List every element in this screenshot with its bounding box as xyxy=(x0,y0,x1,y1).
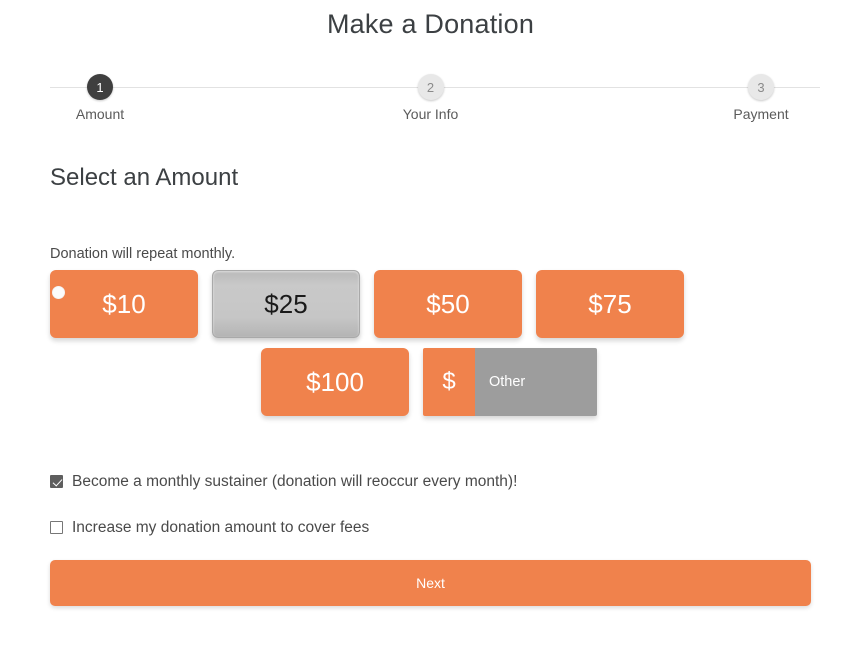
donation-form-page: Make a Donation 1 Amount 2 Your Info 3 P… xyxy=(0,0,861,651)
step-amount-label: Amount xyxy=(75,106,125,122)
step-payment-number: 3 xyxy=(748,74,774,100)
step-your-info-number: 2 xyxy=(417,74,444,100)
amount-button-50[interactable]: $50 xyxy=(374,270,522,338)
amount-button-25[interactable]: $25 xyxy=(212,270,360,338)
amount-options-group: $10 $25 $50 $75 $100 $ xyxy=(50,270,811,416)
option-monthly-sustainer-label: Become a monthly sustainer (donation wil… xyxy=(72,473,518,490)
step-amount[interactable]: 1 Amount xyxy=(50,68,150,122)
step-amount-number: 1 xyxy=(87,74,113,100)
other-amount-input[interactable] xyxy=(475,348,597,416)
other-amount-group: $ xyxy=(423,348,597,416)
currency-prefix-icon: $ xyxy=(423,348,475,416)
amount-row-primary: $10 $25 $50 $75 xyxy=(50,270,811,338)
amount-button-100[interactable]: $100 xyxy=(261,348,409,416)
step-your-info[interactable]: 2 Your Info xyxy=(381,68,481,122)
step-payment-label: Payment xyxy=(733,106,789,122)
amount-button-10[interactable]: $10 xyxy=(50,270,198,338)
select-amount-heading: Select an Amount xyxy=(50,164,239,191)
option-cover-fees-label: Increase my donation amount to cover fee… xyxy=(72,518,370,536)
checkbox-cover-fees[interactable] xyxy=(50,520,63,534)
next-button[interactable]: Next xyxy=(50,560,811,606)
amount-button-75[interactable]: $75 xyxy=(536,270,684,338)
amount-radio-indicator[interactable] xyxy=(52,286,65,299)
amount-row-secondary: $100 $ xyxy=(50,348,811,416)
progress-stepper: 1 Amount 2 Your Info 3 Payment xyxy=(0,68,861,130)
checkbox-monthly-sustainer[interactable] xyxy=(50,475,63,489)
step-your-info-label: Your Info xyxy=(402,106,459,122)
page-title: Make a Donation xyxy=(326,9,535,39)
repeat-frequency-note: Donation will repeat monthly. xyxy=(50,246,236,262)
donation-options: Become a monthly sustainer (donation wil… xyxy=(50,474,811,535)
option-monthly-sustainer[interactable]: Become a monthly sustainer (donation wil… xyxy=(50,474,811,490)
form-content: Select an Amount Donation will repeat mo… xyxy=(0,154,861,606)
step-payment[interactable]: 3 Payment xyxy=(711,68,811,122)
option-cover-fees[interactable]: Increase my donation amount to cover fee… xyxy=(50,518,811,536)
